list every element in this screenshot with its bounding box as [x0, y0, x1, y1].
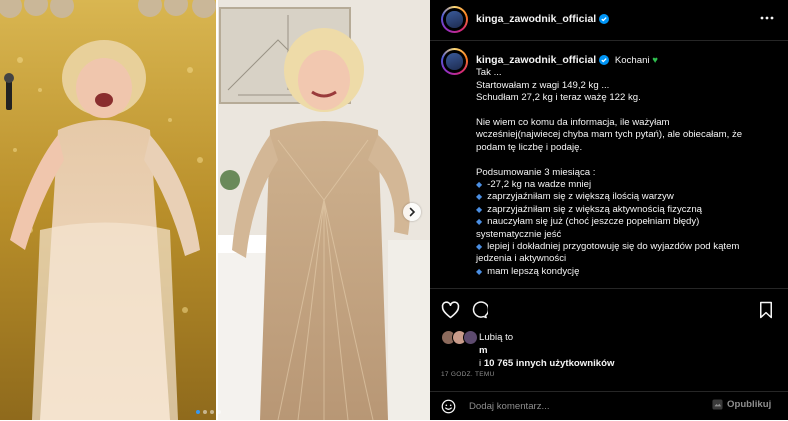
- caption-bullet: ◆ nauczyłam się już (choć jeszcze popełni…: [476, 216, 772, 228]
- header-username[interactable]: kinga_zawodnik_official: [476, 13, 610, 25]
- likes-others-prefix: i: [479, 358, 482, 369]
- caption-line: Podsumowanie 3 miesiąca :: [476, 166, 596, 178]
- caption-bullet: ◆ zaprzyjaźniłam się z większą ilością wa…: [476, 191, 772, 203]
- caption-line: wcześniej(najwiecej chyba mam tych pytań…: [476, 129, 743, 141]
- caption: kinga_zawodnik_official Kochani ♥ Tak ..…: [476, 54, 772, 278]
- diamond-bullet-icon: ◆: [476, 180, 483, 190]
- caption-line: podam tę liczbę i podaję.: [476, 141, 583, 153]
- bullet-text: zaprzyjaźniłam się z większą ilością war…: [487, 191, 674, 203]
- avatar[interactable]: [463, 330, 478, 345]
- caption-bullet: ◆ zaprzyjaźniłam się z większą aktywności…: [476, 204, 772, 216]
- caption-bullet: ◆ mam lepszą kondycję: [476, 266, 772, 278]
- sticker-icon: [712, 399, 723, 410]
- caption-line: Tak ...: [476, 67, 502, 79]
- action-bar: [430, 301, 788, 321]
- next-slide-button[interactable]: [403, 203, 421, 221]
- chevron-right-icon: [409, 207, 416, 217]
- comment-input[interactable]: [469, 399, 699, 413]
- green-heart-icon: ♥: [652, 55, 658, 66]
- post-button-label: Opublikuj: [727, 399, 772, 410]
- diamond-bullet-icon: ◆: [476, 192, 483, 202]
- verified-badge-icon: [599, 14, 610, 24]
- carousel-dots: [196, 410, 221, 414]
- diamond-bullet-icon: ◆: [476, 204, 483, 214]
- avatar[interactable]: [441, 6, 468, 33]
- bullet-text: lepiej i dokładniej przygotowuję się do …: [487, 241, 740, 253]
- bookmark-icon[interactable]: [758, 301, 774, 319]
- likes-count[interactable]: 10 765 innych użytkowników: [484, 358, 615, 369]
- avatar[interactable]: [441, 48, 468, 75]
- caption-bullet: ◆ lepiej i dokładniej przygotowuję się do…: [476, 241, 772, 253]
- caption-line: Startowałam z wagi 149,2 kg ...: [476, 79, 610, 91]
- heart-icon[interactable]: [441, 301, 460, 319]
- diamond-bullet-icon: ◆: [476, 266, 483, 276]
- caption-username[interactable]: kinga_zawodnik_official: [476, 54, 596, 66]
- bullet-text: nauczyłam się już (choć jeszcze popełnia…: [487, 216, 700, 228]
- caption-line: Nie wiem co komu da informacja, ile waży…: [476, 117, 670, 129]
- bullet-text: zaprzyjaźniłam się z większą aktywnością…: [487, 203, 703, 215]
- smiley-icon[interactable]: [441, 399, 456, 414]
- post-media[interactable]: [0, 0, 430, 420]
- diamond-bullet-icon: ◆: [476, 242, 483, 252]
- more-horizontal-icon[interactable]: [760, 11, 774, 25]
- before-photo: [0, 0, 216, 420]
- post-time[interactable]: 17 GODZ. TEMU: [441, 371, 495, 378]
- username-text[interactable]: kinga_zawodnik_official: [476, 13, 596, 25]
- carousel-dot: [210, 410, 214, 414]
- caption-head: kinga_zawodnik_official Kochani ♥: [476, 54, 772, 67]
- post-sidebar: kinga_zawodnik_official kinga_zawodnik_o…: [430, 0, 788, 420]
- liker-avatars[interactable]: [441, 330, 478, 345]
- post-header: kinga_zawodnik_official: [430, 0, 788, 41]
- after-photo: [218, 0, 430, 420]
- caption-line: jedzenia i aktywności: [476, 253, 567, 265]
- caption-bullet: ◆ -27,2 kg na wadze mniej: [476, 179, 772, 191]
- carousel-dot: [203, 410, 207, 414]
- likes-others: i 10 765 innych użytkowników: [479, 358, 614, 369]
- liker-username[interactable]: m: [479, 345, 488, 356]
- caption-line: systematycznie jeść: [476, 228, 562, 240]
- caption-area: kinga_zawodnik_official Kochani ♥ Tak ..…: [430, 41, 788, 289]
- bullet-text: mam lepszą kondycję: [487, 265, 580, 277]
- diamond-bullet-icon: ◆: [476, 217, 483, 227]
- caption-greeting: Kochani: [614, 55, 650, 66]
- caption-line: Schudłam 27,2 kg i teraz ważę 122 kg.: [476, 92, 641, 104]
- likes-prefix: Lubią to: [479, 332, 514, 343]
- carousel-dot: [217, 410, 221, 414]
- verified-badge-icon: [599, 55, 610, 65]
- post-comment-button[interactable]: Opublikuj: [712, 399, 771, 410]
- comment-bubble-icon[interactable]: [470, 301, 488, 319]
- carousel-dot: [196, 410, 200, 414]
- bullet-text: -27,2 kg na wadze mniej: [487, 179, 592, 191]
- comment-bar: Opublikuj: [430, 391, 788, 421]
